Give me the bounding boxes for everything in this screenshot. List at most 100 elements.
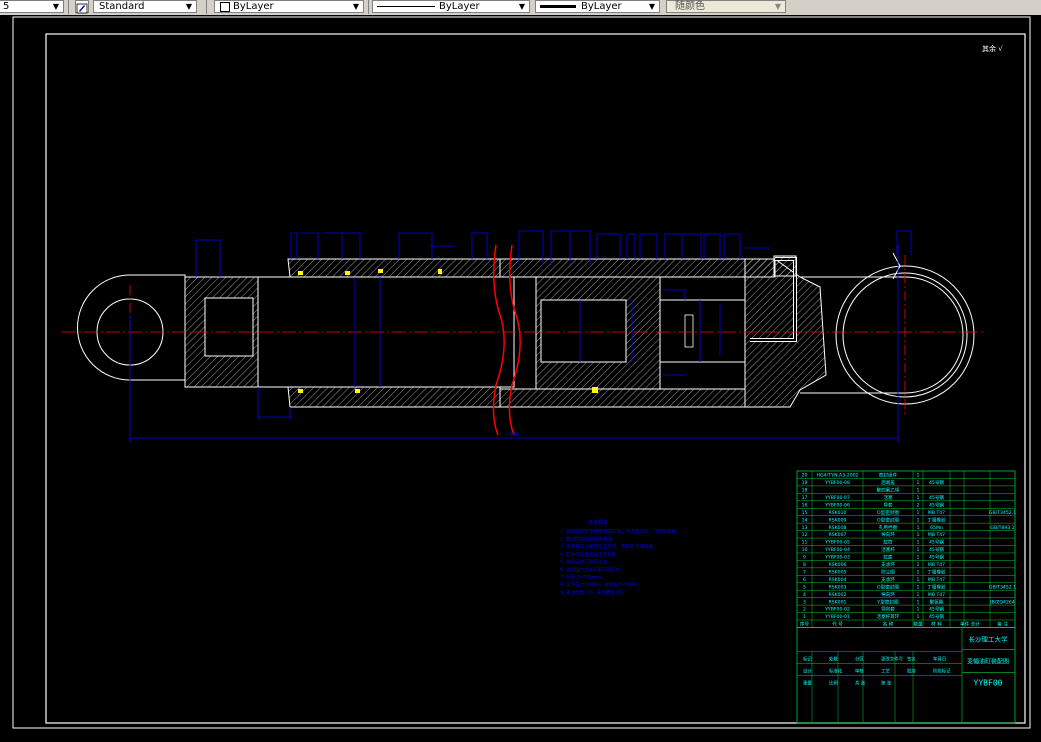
title-block-label: 审核 [855, 667, 864, 674]
parts-cell: 1 [917, 584, 920, 590]
title-block-label: 批准 [907, 667, 916, 674]
tech-note: 5. 装配后进行耐压试验。 [560, 558, 612, 565]
text-style-dropdown[interactable]: Standard ▼ [93, 0, 197, 13]
parts-cell: 丁腈橡胶 [927, 583, 946, 590]
parts-cell: 9 [803, 555, 806, 561]
parts-header-cell: 材 料 [931, 621, 942, 628]
parts-cell: O型密封圈 [877, 516, 899, 523]
parts-cell: GB/T893.1 [990, 525, 1014, 531]
parts-header-cell: 名 称 [883, 621, 894, 628]
parts-cell: 1 [917, 614, 920, 620]
parts-cell: 1 [917, 473, 920, 479]
tech-note: 3. 活塞杆与活塞配合应灵活，不得有卡滞现象。 [560, 543, 658, 550]
parts-cell: RSK005 [829, 569, 847, 575]
left-eye-outline [77, 274, 186, 381]
parts-cell: 1 [917, 592, 920, 598]
parts-cell: 丁腈橡胶 [927, 568, 946, 575]
lineweight-sample-icon [540, 5, 576, 8]
parts-cell: GB/T3452.1 [989, 584, 1016, 590]
parts-cell: 1 [917, 562, 920, 568]
port-plug [773, 255, 797, 277]
parts-cell: 1 [917, 495, 920, 501]
parts-cell: 活塞 [883, 494, 893, 501]
parts-cell: 防尘圈 [881, 568, 895, 575]
parts-cell: 1 [917, 532, 920, 538]
parts-cell: 后端盖 [881, 479, 895, 486]
parts-cell: 5 [803, 584, 806, 590]
technical-requirements: 技术要求 1. 装配前所有零件需清洗干净，不得有毛刺、飞边等杂物。2. 密封件装… [560, 519, 681, 596]
layer-value-text: 5 [3, 1, 10, 12]
parts-cell: 45号钢 [929, 501, 944, 508]
parts-cell: HG4/TY.N.A3-2002 [817, 473, 859, 479]
roughness-mark: 其余 √ [982, 44, 1003, 53]
parts-cell: 18 [802, 488, 808, 494]
tech-notes-list: 1. 装配前所有零件需清洗干净，不得有毛刺、飞边等杂物。2. 密封件装配时涂润滑… [560, 528, 681, 596]
tech-note: 4. 缸体内表面应光滑无划痕。 [560, 551, 621, 558]
tech-note: 9. 未注倒角 C1，未注圆角 R1。 [560, 589, 627, 596]
dim-total-label: 1440 [506, 432, 519, 438]
parts-cell: 1 [917, 599, 920, 605]
parts-cell: 16 [802, 502, 808, 508]
parts-cell: 12 [802, 532, 808, 538]
parts-header-cell: 数量 [913, 621, 923, 628]
parts-cell: GB/T3452.1 [989, 510, 1016, 516]
parts-header-cell: 序号 [800, 621, 810, 628]
parts-cell: O型密封圈 [877, 509, 899, 516]
parts-header-cell: 备 注 [997, 621, 1008, 628]
parts-cell: 20 [802, 473, 808, 479]
parts-cell: RSK009 [829, 517, 847, 523]
cylinder-bottom [744, 258, 827, 408]
piston-bore [540, 299, 627, 363]
parts-cell: 45号钢 [929, 554, 944, 561]
parts-cell: 丁腈橡胶 [927, 516, 946, 523]
parts-cell: RSK010 [829, 510, 847, 516]
parts-cell: MB T47 [928, 510, 945, 516]
parts-cell: 1 [917, 569, 920, 575]
parts-cell: 19 [802, 480, 808, 486]
text-style-icon[interactable] [75, 0, 89, 14]
parts-cell: 65Mn [930, 525, 943, 531]
parts-cell: RSK003 [829, 584, 847, 590]
parts-cell: RSK007 [829, 532, 847, 538]
layer-text: ByLayer [233, 1, 274, 12]
parts-cell: 孔用挡圈 [879, 524, 898, 531]
title-block-label: 分区 [855, 655, 864, 662]
title-block-label: 设计 [803, 667, 812, 674]
parts-cell: RSK008 [829, 525, 847, 531]
toolbar-separator [368, 0, 369, 14]
parts-cell: 4 [803, 592, 806, 598]
color-dropdown[interactable]: 随颜色 ▼ [666, 0, 786, 13]
toolbar-separator [68, 0, 69, 14]
title-block-label: 标记 [803, 655, 812, 662]
parts-cell: MB T47 [928, 592, 945, 598]
tech-title: 技术要求 [588, 519, 608, 526]
tech-note: 8. 工作压力16MPa，试验压力25MPa。 [560, 581, 642, 588]
parts-cell: RSK002 [829, 592, 847, 598]
drawing-canvas[interactable]: 其余 √ 1440 技术要求 1. 装配前所有零件需清洗干净，不得有毛刺、飞边等… [0, 15, 1041, 742]
title-block-label: 比例 [829, 679, 838, 686]
chevron-down-icon: ▼ [518, 2, 526, 11]
parts-cell: JB/ZQ4264 [989, 599, 1015, 605]
layer-dropdown[interactable]: ByLayer ▼ [214, 0, 364, 13]
cylinder-assembly [62, 244, 985, 436]
parts-cell: 缸底 [883, 554, 893, 561]
parts-cell: MB T47 [928, 562, 945, 568]
text-style-glyph [76, 3, 88, 14]
layer-value-dropdown[interactable]: 5 ▼ [0, 0, 64, 13]
tech-note: 6. 试验压力为1.5倍工作压力。 [560, 566, 624, 573]
parts-cell: 密封组件 [879, 472, 898, 479]
parts-cell: 7 [803, 569, 806, 575]
barrel-bottom [499, 388, 746, 408]
parts-cell: 1 [917, 540, 920, 546]
parts-cell: 13 [802, 525, 808, 531]
lineweight-dropdown[interactable]: ByLayer ▼ [535, 0, 660, 13]
chevron-down-icon: ▼ [185, 2, 193, 11]
parts-cell: 1 [917, 555, 920, 561]
parts-cell: RSK001 [829, 599, 847, 605]
parts-cell: YYBF00-03 [824, 555, 850, 561]
linetype-dropdown[interactable]: ByLayer ▼ [372, 0, 530, 13]
parts-cell: 11 [802, 540, 808, 546]
title-block-label: 第 张 [881, 679, 892, 686]
parts-cell: YYBF00-02 [824, 607, 850, 613]
parts-cell: 17 [802, 495, 808, 501]
